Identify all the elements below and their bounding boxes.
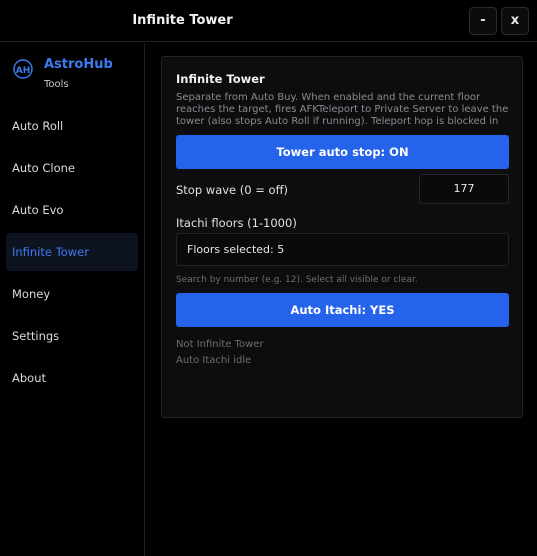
brand-subtitle: Tools: [44, 79, 69, 90]
tower-auto-stop-button[interactable]: Tower auto stop: ON: [176, 135, 509, 169]
tower-status: Not Infinite Tower: [176, 339, 264, 350]
sidebar-item-settings[interactable]: Settings: [6, 317, 138, 355]
itachi-floors-label: Itachi floors (1-1000): [176, 216, 297, 230]
sidebar-item-about[interactable]: About: [6, 359, 138, 397]
sidebar-item-money[interactable]: Money: [6, 275, 138, 313]
stop-wave-label: Stop wave (0 = off): [176, 183, 288, 197]
itachi-status: Auto Itachi idle: [176, 355, 252, 366]
brand-name: AstroHub: [44, 57, 113, 72]
svg-text:AH: AH: [16, 66, 31, 76]
window-title: Infinite Tower: [132, 13, 233, 28]
sidebar-item-infinite-tower[interactable]: Infinite Tower: [6, 233, 138, 271]
title-bar: Infinite Tower - x: [0, 0, 537, 42]
sidebar-item-auto-clone[interactable]: Auto Clone: [6, 149, 138, 187]
minimize-button[interactable]: -: [469, 7, 497, 35]
close-button[interactable]: x: [501, 7, 529, 35]
brand: AH AstroHub Tools: [12, 57, 142, 93]
floors-selector[interactable]: Floors selected: 5: [176, 233, 509, 266]
sidebar-item-auto-roll[interactable]: Auto Roll: [6, 107, 138, 145]
panel-description: Separate from Auto Buy. When enabled and…: [176, 92, 509, 126]
infinite-tower-panel: Infinite Tower Separate from Auto Buy. W…: [161, 56, 523, 418]
astrohub-logo-icon: AH: [13, 59, 33, 79]
sidebar-item-auto-evo[interactable]: Auto Evo: [6, 191, 138, 229]
floors-hint: Search by number (e.g. 12). Select all v…: [176, 275, 418, 285]
auto-itachi-button[interactable]: Auto Itachi: YES: [176, 293, 509, 327]
stop-wave-input[interactable]: 177: [419, 174, 509, 204]
sidebar: AH AstroHub Tools Auto Roll Auto Clone A…: [0, 43, 145, 556]
panel-title: Infinite Tower: [176, 72, 265, 86]
